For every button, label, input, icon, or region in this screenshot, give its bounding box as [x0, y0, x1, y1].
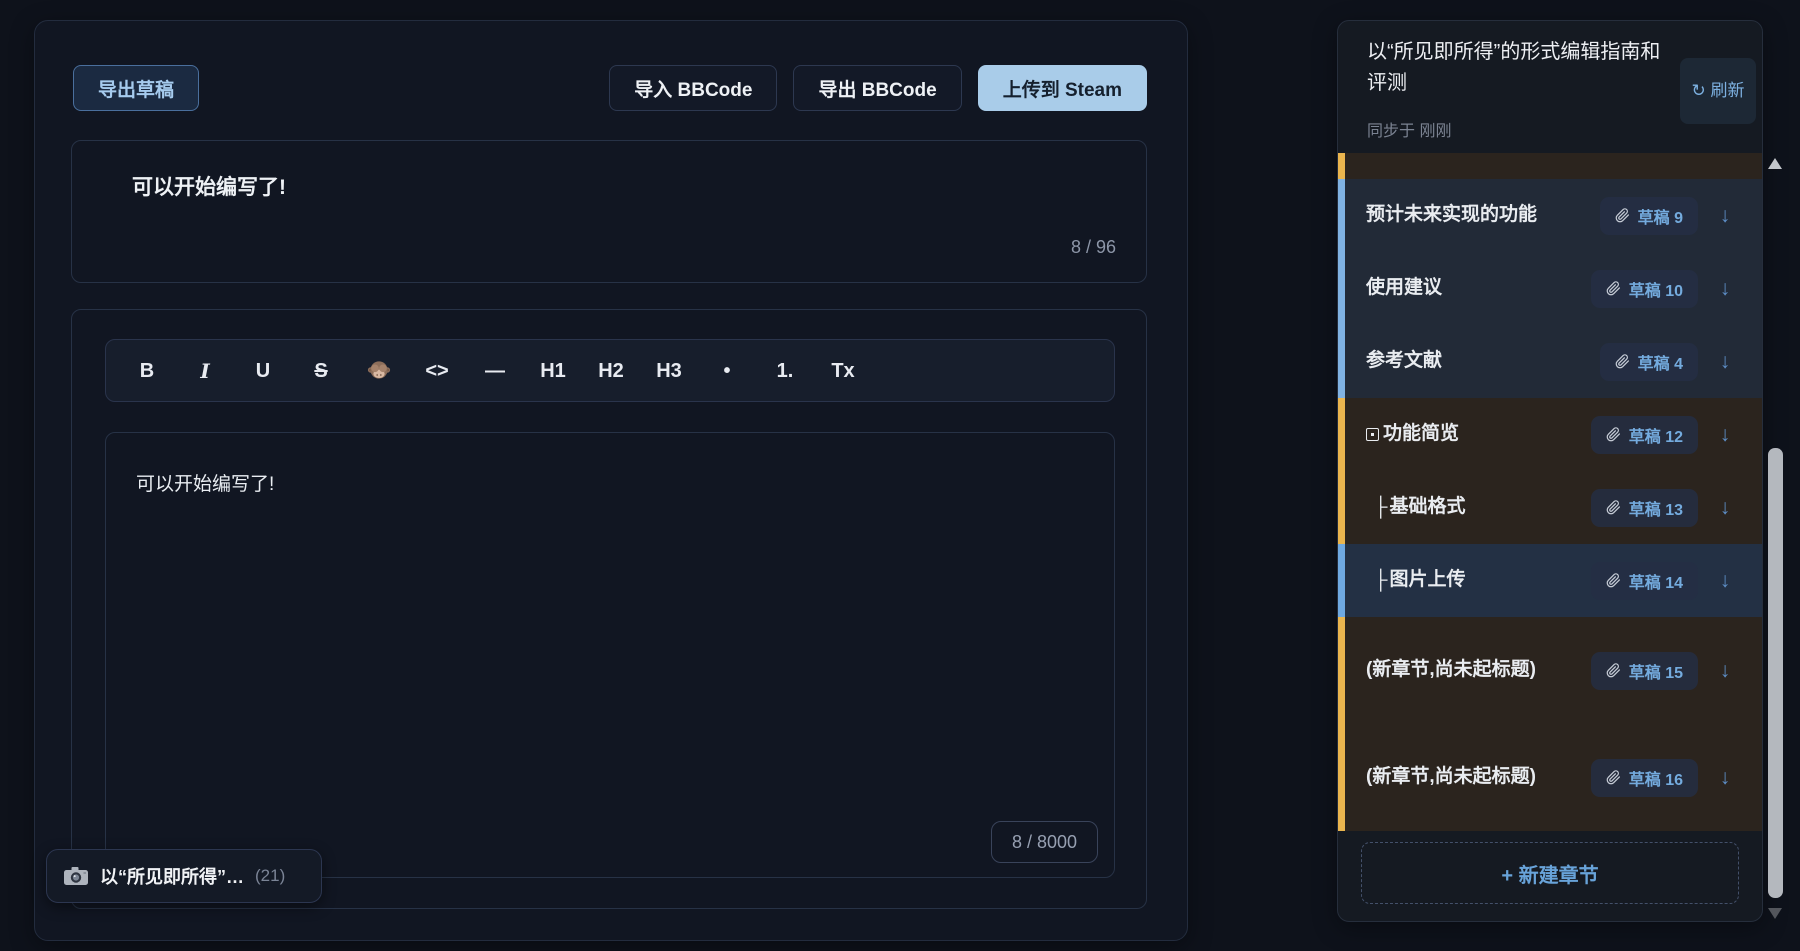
export-bbcode-button[interactable]: 导出 BBCode — [793, 65, 962, 111]
draft-badge-label: 草稿 13 — [1628, 501, 1683, 519]
code-button[interactable]: <> — [408, 351, 466, 391]
scrollbar — [1768, 150, 1783, 928]
clear-format-button[interactable]: Tx — [814, 351, 872, 391]
refresh-button[interactable]: ↻ 刷新 — [1680, 58, 1756, 124]
bbcode-button-group: 导入 BBCode 导出 BBCode 上传到 Steam — [609, 65, 1147, 111]
chapter-item-partial[interactable] — [1338, 153, 1762, 179]
underline-button[interactable]: U — [234, 351, 292, 391]
ordered-list-button[interactable]: 1. — [756, 351, 814, 391]
content-input[interactable]: 可以开始编写了! 8 / 8000 — [105, 432, 1115, 878]
format-toolbar: B I U S <> — H1 H2 H3 • 1. Tx — [105, 339, 1115, 402]
draft-badge-label: 草稿 4 — [1637, 355, 1683, 373]
draft-badge-label: 草稿 9 — [1637, 209, 1683, 227]
scrollbar-thumb[interactable] — [1768, 448, 1783, 898]
draft-tab-title: 以“所见即所得”… — [100, 867, 244, 887]
paperclip-icon — [1606, 281, 1621, 296]
draft-badge: 草稿 13 — [1590, 488, 1698, 527]
draft-badge-label: 草稿 10 — [1628, 282, 1683, 300]
move-down-icon[interactable]: ↓ — [1704, 496, 1746, 520]
chapter-item[interactable]: 功能简览 草稿 12 ↓ — [1338, 398, 1762, 471]
chapter-prefix-icon: ├ — [1374, 569, 1388, 591]
chapters-panel: 以“所见即所得”的形式编辑指南和评测 同步于 刚刚 ↻ 刷新 预计未来实现的功能… — [1337, 20, 1763, 922]
upload-to-steam-button[interactable]: 上传到 Steam — [977, 65, 1147, 111]
draft-badge-label: 草稿 15 — [1628, 664, 1683, 682]
draft-badge-label: 草稿 14 — [1628, 574, 1683, 592]
draft-badge-label: 草稿 12 — [1628, 428, 1683, 446]
chapter-list: 预计未来实现的功能 草稿 9 ↓ 使用建议 草稿 10 ↓ 参考文献 草稿 4 … — [1338, 153, 1762, 831]
content-text: 可以开始编写了! — [136, 474, 275, 495]
chapter-title: 预计未来实现的功能 — [1366, 204, 1538, 226]
draft-badge-label: 草稿 16 — [1628, 771, 1683, 789]
sync-status: 同步于 刚刚 — [1367, 123, 1452, 140]
top-toolbar: 导出草稿 导入 BBCode 导出 BBCode 上传到 Steam — [73, 65, 1147, 111]
move-down-icon[interactable]: ↓ — [1704, 659, 1746, 683]
chapter-title: 参考文献 — [1366, 350, 1443, 372]
h2-button[interactable]: H2 — [582, 351, 640, 391]
draft-badge: 草稿 15 — [1590, 651, 1698, 690]
chapter-title: 功能简览 — [1383, 423, 1460, 445]
new-chapter-button[interactable]: + 新建章节 — [1361, 842, 1739, 904]
move-down-icon[interactable]: ↓ — [1704, 204, 1746, 228]
chapter-title: 基础格式 — [1389, 496, 1466, 518]
editor-panel: 导出草稿 导入 BBCode 导出 BBCode 上传到 Steam 可以开始编… — [34, 20, 1188, 941]
chapter-title: (新章节,尚未起标题) — [1366, 766, 1536, 788]
chapter-prefix-icon: ├ — [1374, 496, 1388, 518]
move-down-icon[interactable]: ↓ — [1704, 569, 1746, 593]
strikethrough-button[interactable]: S — [292, 351, 350, 391]
h1-button[interactable]: H1 — [524, 351, 582, 391]
move-down-icon[interactable]: ↓ — [1704, 350, 1746, 374]
chapter-title: (新章节,尚未起标题) — [1366, 659, 1536, 681]
draft-badge: 草稿 16 — [1590, 758, 1698, 797]
emoji-monkey-button[interactable] — [350, 351, 408, 391]
chapter-item[interactable]: ├ 基础格式 草稿 13 ↓ — [1338, 471, 1762, 544]
import-bbcode-button[interactable]: 导入 BBCode — [609, 65, 778, 111]
h3-button[interactable]: H3 — [640, 351, 698, 391]
paperclip-icon — [1615, 354, 1630, 369]
paperclip-icon — [1606, 500, 1621, 515]
paperclip-icon — [1606, 427, 1621, 442]
italic-button[interactable]: I — [176, 351, 234, 391]
paperclip-icon — [1606, 573, 1621, 588]
draft-badge: 草稿 14 — [1590, 561, 1698, 600]
draft-badge: 草稿 12 — [1590, 415, 1698, 454]
chapter-item[interactable]: (新章节,尚未起标题) 草稿 16 ↓ — [1338, 724, 1762, 831]
draft-badge: 草稿 9 — [1599, 196, 1698, 235]
move-down-icon[interactable]: ↓ — [1704, 277, 1746, 301]
title-text: 可以开始编写了! — [132, 176, 286, 199]
divider-button[interactable]: — — [466, 351, 524, 391]
chapter-item[interactable]: 使用建议 草稿 10 ↓ — [1338, 252, 1762, 325]
camera-icon — [63, 866, 89, 886]
paperclip-icon — [1606, 770, 1621, 785]
chapter-title: 图片上传 — [1389, 569, 1466, 591]
bold-button[interactable]: B — [118, 351, 176, 391]
content-char-counter: 8 / 8000 — [990, 821, 1098, 863]
draft-tab-count: (21) — [255, 866, 286, 885]
draft-tab[interactable]: 以“所见即所得”… (21) — [46, 849, 322, 903]
move-down-icon[interactable]: ↓ — [1704, 766, 1746, 790]
chapter-item[interactable]: ├ 图片上传 草稿 14 ↓ — [1338, 544, 1762, 617]
move-down-icon[interactable]: ↓ — [1704, 423, 1746, 447]
paperclip-icon — [1615, 208, 1630, 223]
title-input[interactable]: 可以开始编写了! 8 / 96 — [71, 140, 1147, 283]
draft-badge: 草稿 4 — [1599, 342, 1698, 381]
content-editor-card: B I U S <> — H1 H2 H3 • 1. Tx 可以开始编写了! 8 / 8000 — [71, 309, 1147, 909]
chapter-item[interactable]: (新章节,尚未起标题) 草稿 15 ↓ — [1338, 617, 1762, 724]
chapter-title: 使用建议 — [1366, 277, 1443, 299]
guide-title: 以“所见即所得”的形式编辑指南和评测 — [1367, 41, 1661, 94]
title-char-counter: 8 / 96 — [1070, 237, 1116, 257]
scroll-up-arrow-icon[interactable] — [1768, 158, 1782, 169]
export-draft-button[interactable]: 导出草稿 — [73, 65, 200, 111]
draft-badge: 草稿 10 — [1590, 269, 1698, 308]
bullet-list-button[interactable]: • — [698, 351, 756, 391]
scroll-down-arrow-icon[interactable] — [1768, 908, 1782, 919]
chapter-item[interactable]: 预计未来实现的功能 草稿 9 ↓ — [1338, 179, 1762, 252]
chapter-item[interactable]: 参考文献 草稿 4 ↓ — [1338, 325, 1762, 398]
paperclip-icon — [1606, 663, 1621, 678]
chapter-prefix-icon — [1366, 428, 1379, 441]
